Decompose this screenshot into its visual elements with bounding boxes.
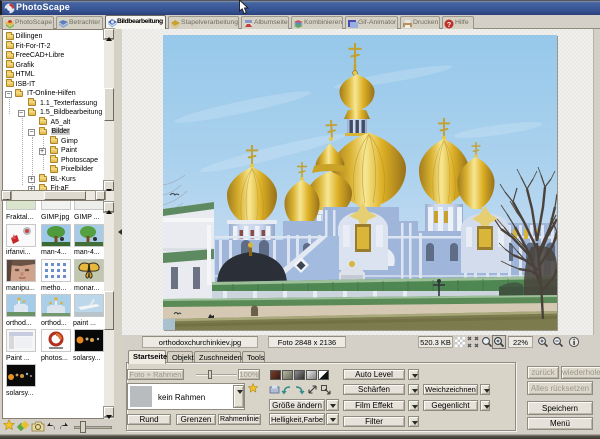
svg-text:?: ?	[447, 22, 451, 29]
